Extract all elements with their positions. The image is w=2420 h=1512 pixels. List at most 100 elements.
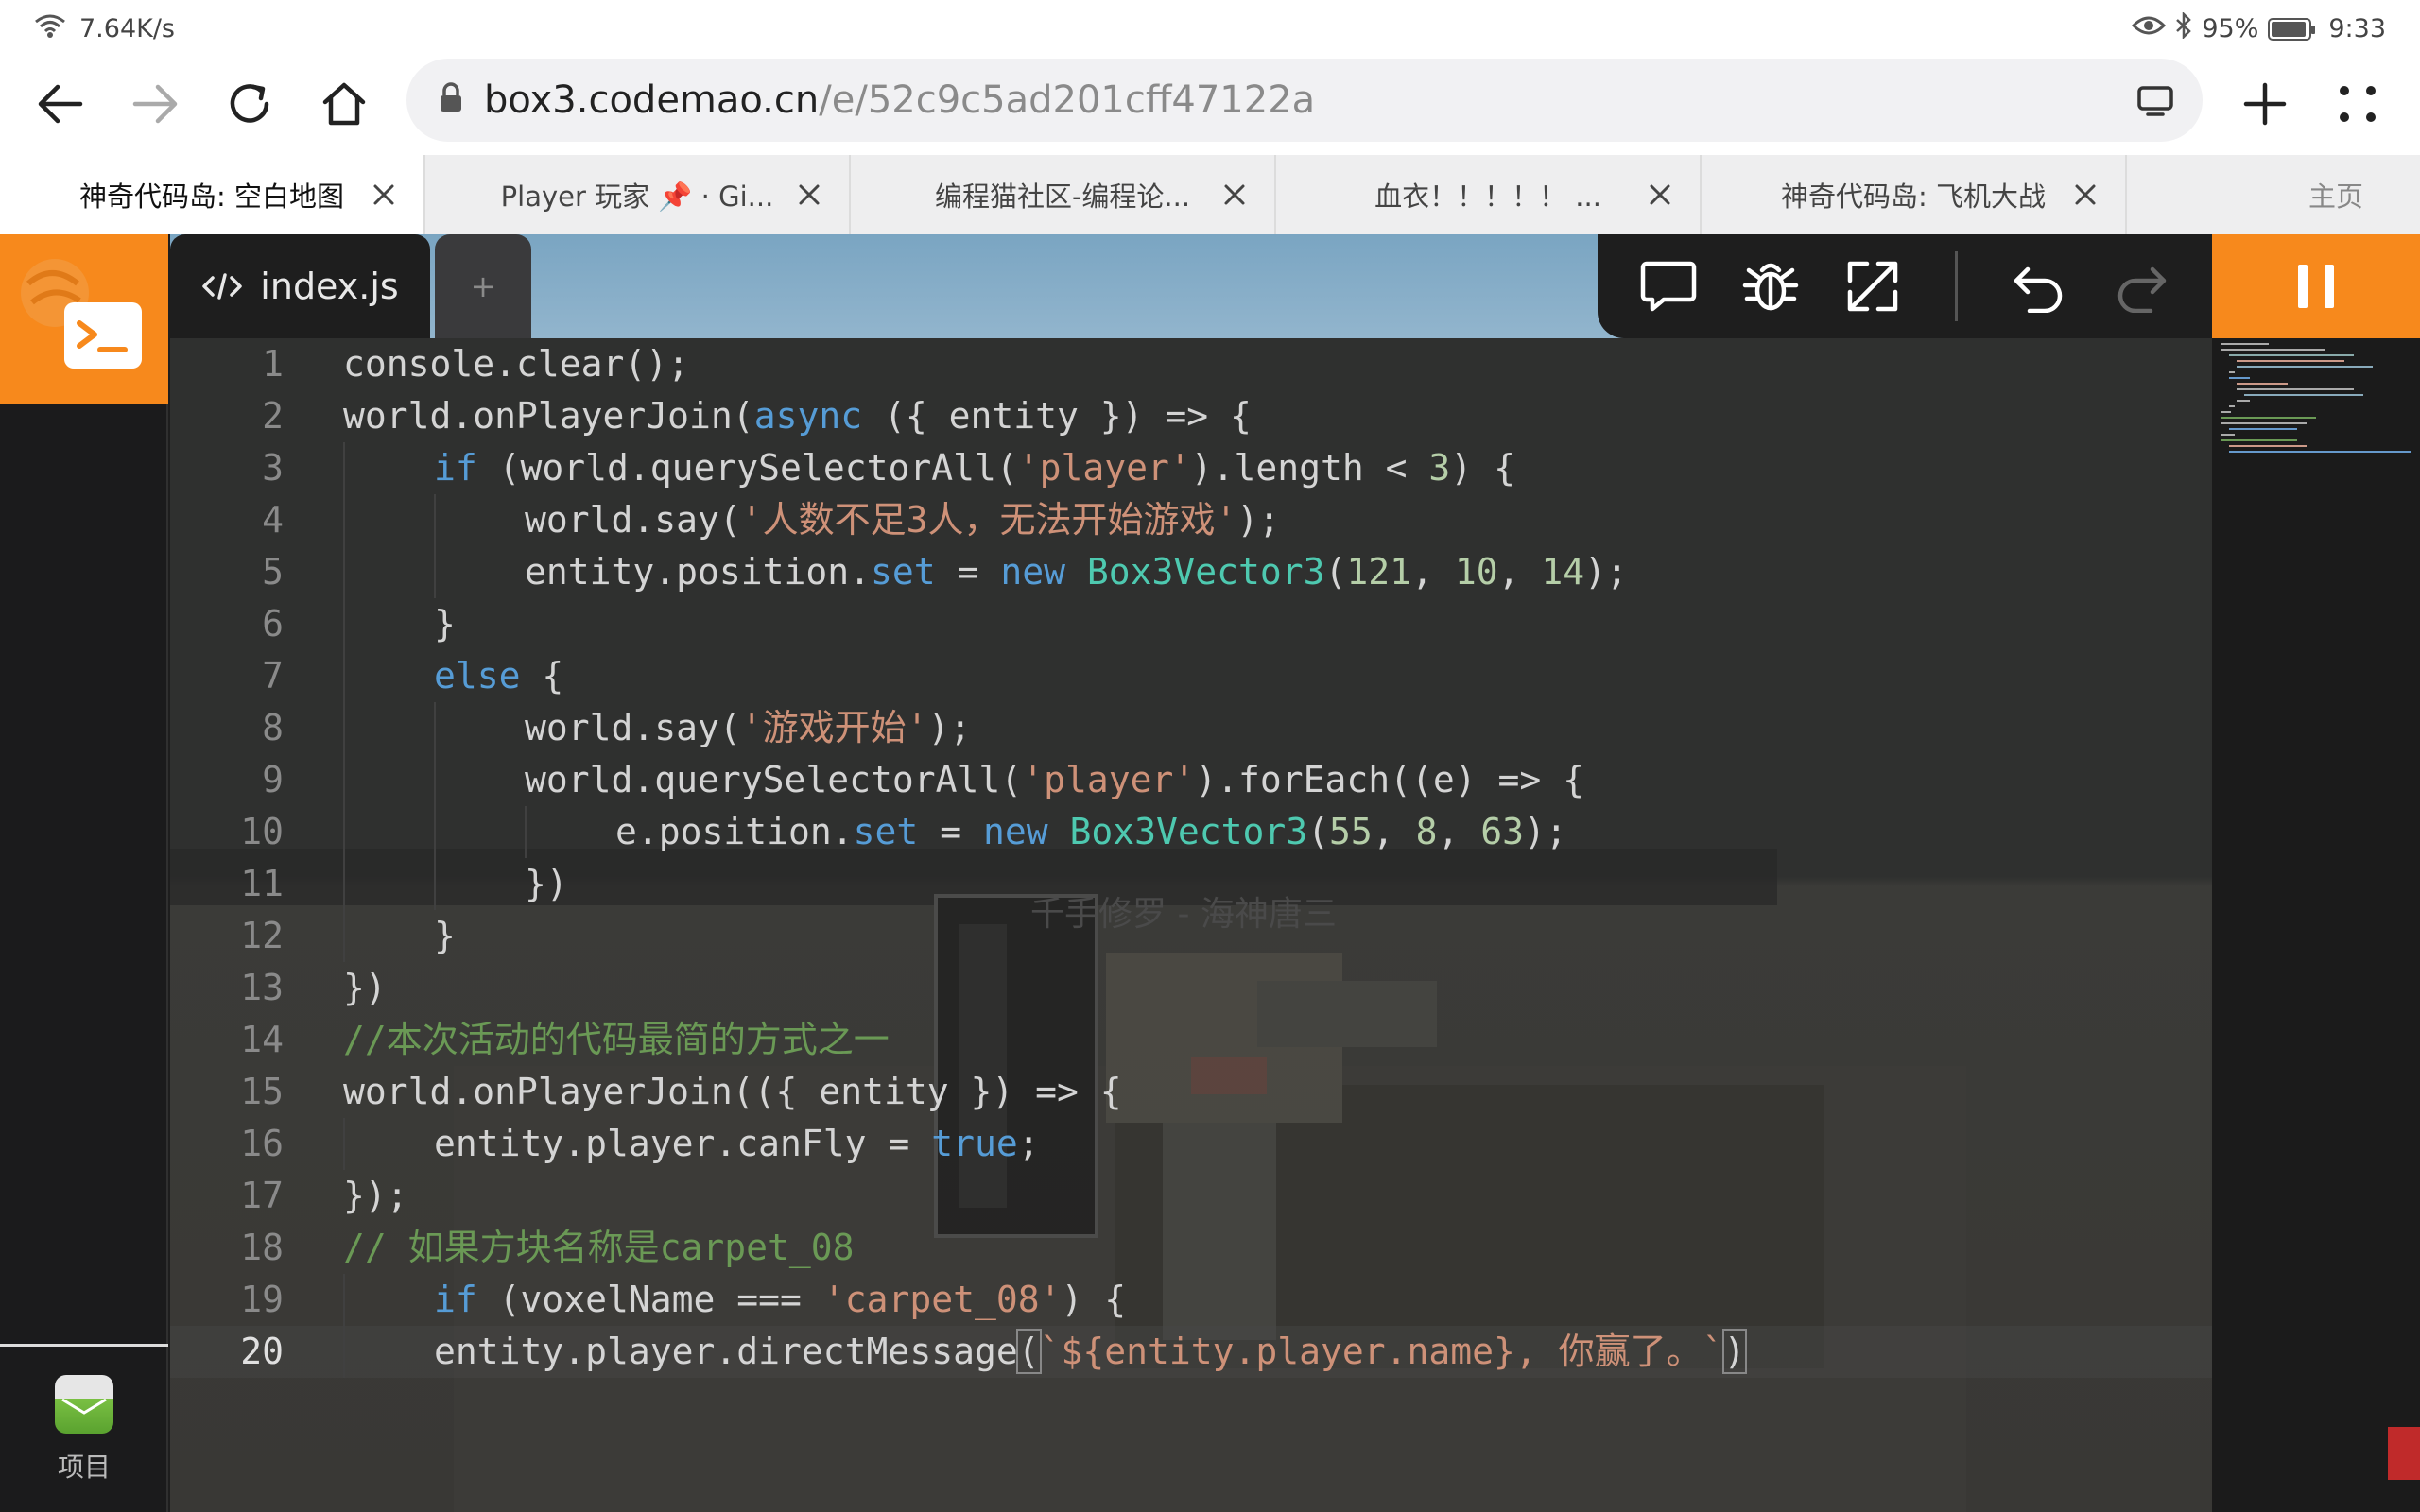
code-line[interactable]: 12} <box>170 910 2212 962</box>
comment-button[interactable] <box>1635 253 1702 319</box>
close-tab-button[interactable] <box>790 176 828 214</box>
code-line[interactable]: 13}) <box>170 962 2212 1014</box>
editor-toolbar <box>1598 234 2212 338</box>
indent-guide <box>434 702 436 754</box>
arrow-left-icon <box>37 83 84 125</box>
home-tab-button[interactable]: 主页 <box>2127 155 2420 234</box>
tab-title: 神奇代码岛: 空白地图 <box>79 175 344 215</box>
close-tab-button[interactable] <box>2066 176 2104 214</box>
tab-title: Player 玩家 📌 · Gi... <box>501 175 774 215</box>
redo-button[interactable] <box>2108 253 2174 319</box>
plus-icon <box>2242 81 2288 127</box>
code-line[interactable]: 2world.onPlayerJoin(async ({ entity }) =… <box>170 390 2212 442</box>
code-text: console.clear(); <box>343 338 689 390</box>
url-host: box3.codemao.cn <box>484 78 819 122</box>
code-line[interactable]: 17}); <box>170 1170 2212 1222</box>
code-minimap[interactable] <box>2212 338 2420 1512</box>
chat-bubble-icon <box>1639 258 1698 315</box>
close-tab-button[interactable] <box>1216 176 1253 214</box>
bluetooth-icon <box>2175 12 2192 45</box>
add-file-button[interactable]: + <box>435 234 531 338</box>
code-line[interactable]: 19if (voxelName === 'carpet_08') { <box>170 1274 2212 1326</box>
project-button[interactable]: 项目 <box>0 1344 168 1512</box>
browser-tab[interactable]: Player 玩家 📌 · Gi... <box>425 155 851 234</box>
code-file-icon <box>201 272 243 301</box>
url-bar[interactable]: box3.codemao.cn/e/52c9c5ad201cff47122a <box>406 59 2203 142</box>
reader-mode-icon[interactable] <box>2136 83 2174 127</box>
indent-guide <box>343 650 345 702</box>
code-line[interactable]: 14 //本次活动的代码最简的方式之一 <box>170 1014 2212 1066</box>
tab-title: 血衣！！！！！ ... <box>1374 175 1601 215</box>
code-line[interactable]: 1console.clear(); <box>170 338 2212 390</box>
browser-tab[interactable]: 神奇代码岛: 空白地图 <box>0 155 425 234</box>
code-text: entity.player.directMessage(`${entity.pl… <box>434 1326 1745 1378</box>
code-text: } <box>434 910 456 962</box>
indent-guide <box>343 858 345 910</box>
code-text: entity.player.canFly = true; <box>434 1118 1040 1170</box>
tab-title: 编程猫社区-编程论... <box>935 175 1190 215</box>
pause-icon-bar <box>2325 265 2334 308</box>
tab-strip: 神奇代码岛: 空白地图 Player 玩家 📌 · Gi... 编程猫社区-编程… <box>0 155 2420 234</box>
reload-button[interactable] <box>212 66 287 142</box>
pause-button[interactable] <box>2212 234 2420 338</box>
code-text: world.onPlayerJoin(({ entity }) => { <box>343 1066 1122 1118</box>
battery-percent: 95% <box>2202 14 2258 43</box>
code-line[interactable]: 16 entity.player.canFly = true; <box>170 1118 2212 1170</box>
browser-tab[interactable]: 神奇代码岛: 飞机大战 <box>1702 155 2127 234</box>
code-line[interactable]: 6} <box>170 598 2212 650</box>
line-number: 19 <box>170 1274 284 1326</box>
line-number: 3 <box>170 442 284 494</box>
code-line[interactable]: 20entity.player.directMessage(`${entity.… <box>170 1326 2212 1378</box>
home-button[interactable] <box>306 66 382 142</box>
code-text: if (world.querySelectorAll('player').len… <box>434 442 1515 494</box>
code-line[interactable]: 15world.onPlayerJoin(({ entity }) => { <box>170 1066 2212 1118</box>
code-line[interactable]: 8world.say('游戏开始'); <box>170 702 2212 754</box>
code-line[interactable]: 7else { <box>170 650 2212 702</box>
undo-button[interactable] <box>2006 253 2072 319</box>
code-text: //本次活动的代码最简的方式之一 <box>343 1014 890 1066</box>
reload-icon <box>225 79 274 129</box>
lock-icon <box>439 78 463 122</box>
code-line[interactable]: 5entity.position.set = new Box3Vector3(1… <box>170 546 2212 598</box>
line-number: 16 <box>170 1118 284 1170</box>
close-tab-button[interactable] <box>365 176 403 214</box>
redo-icon <box>2113 260 2169 313</box>
debug-button[interactable] <box>1737 253 1804 319</box>
code-editor[interactable]: 1console.clear();2world.onPlayerJoin(asy… <box>170 338 2212 1512</box>
fullscreen-button[interactable] <box>1840 253 1906 319</box>
url-path: /e/52c9c5ad201cff47122a <box>819 78 1315 122</box>
browser-tab[interactable]: 编程猫社区-编程论... <box>851 155 1276 234</box>
code-text: else { <box>434 650 563 702</box>
code-text: world.querySelectorAll('player').forEach… <box>525 754 1584 806</box>
code-line[interactable]: 11}) <box>170 858 2212 910</box>
indent-guide <box>343 1326 345 1378</box>
code-line[interactable]: 9 world.querySelectorAll('player').forEac… <box>170 754 2212 806</box>
indent-guide <box>343 1274 345 1326</box>
line-number: 9 <box>170 754 284 806</box>
close-icon <box>1223 183 1246 206</box>
back-button[interactable] <box>23 66 98 142</box>
code-line[interactable]: 4world.say('人数不足3人，无法开始游戏'); <box>170 494 2212 546</box>
indent-guide <box>343 910 345 962</box>
file-tab-index-js[interactable]: index.js <box>170 234 430 338</box>
app-logo[interactable] <box>0 234 168 404</box>
close-icon <box>798 183 821 206</box>
code-line[interactable]: 3 if (world.querySelectorAll('player').le… <box>170 442 2212 494</box>
new-tab-button[interactable] <box>2227 66 2303 142</box>
menu-button[interactable] <box>2320 66 2395 142</box>
forward-button[interactable] <box>117 66 193 142</box>
project-label: 项目 <box>58 1447 111 1485</box>
indent-guide <box>434 494 436 546</box>
code-line[interactable]: 18// 如果方块名称是carpet_08 <box>170 1222 2212 1274</box>
line-number: 14 <box>170 1014 284 1066</box>
line-number: 11 <box>170 858 284 910</box>
code-line[interactable]: 10e.position.set = new Box3Vector3(55, 8… <box>170 806 2212 858</box>
grid-menu-icon <box>2337 83 2378 125</box>
browser-tab[interactable]: 血衣！！！！！ ... <box>1276 155 1702 234</box>
indent-guide <box>525 806 527 858</box>
indent-guide <box>343 702 345 754</box>
close-tab-button[interactable] <box>1641 176 1679 214</box>
line-number: 5 <box>170 546 284 598</box>
battery-fill <box>2272 22 2306 37</box>
line-number: 2 <box>170 390 284 442</box>
